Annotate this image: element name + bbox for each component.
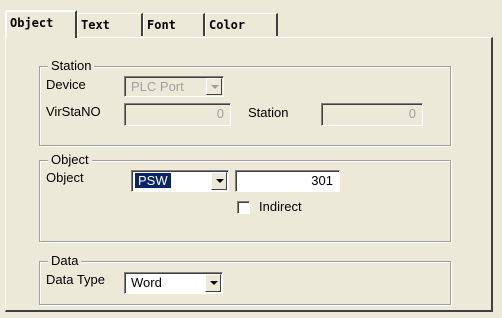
tab-object[interactable]: Object	[5, 10, 77, 38]
indirect-label: Indirect	[259, 199, 302, 214]
virstano-label: VirStaNO	[46, 104, 101, 119]
tab-color-label: Color	[209, 18, 246, 32]
data-type-label: Data Type	[46, 272, 106, 287]
device-label: Device	[46, 77, 86, 92]
object-legend: Object	[48, 152, 92, 167]
data-type-value: Word	[131, 275, 162, 290]
object-type-combobox[interactable]: PSW	[131, 170, 229, 192]
object-label: Object	[46, 170, 84, 185]
station-label: Station	[248, 105, 289, 120]
data-group: Data Data Type Word	[39, 253, 451, 305]
chevron-down-icon	[216, 179, 224, 183]
device-dropdown-button[interactable]	[206, 78, 222, 95]
tab-text-label: Text	[81, 18, 110, 32]
tab-font-label: Font	[147, 18, 176, 32]
indirect-checkbox[interactable]	[237, 201, 250, 214]
device-value: PLC Port	[131, 79, 184, 94]
object-group: Object Object PSW 301 Indirect	[39, 152, 451, 242]
tab-font[interactable]: Font	[143, 13, 205, 36]
object-type-value: PSW	[135, 173, 171, 188]
chevron-down-icon	[210, 281, 218, 285]
chevron-down-icon	[211, 85, 219, 89]
data-type-combobox[interactable]: Word	[124, 272, 223, 294]
station-field[interactable]: 0	[321, 103, 423, 126]
object-type-dropdown-button[interactable]	[211, 172, 227, 190]
station-group: Station Device PLC Port VirStaNO 0 Stati…	[39, 58, 451, 146]
data-legend: Data	[48, 253, 82, 268]
tab-object-label: Object	[10, 16, 54, 30]
address-input[interactable]: 301	[235, 170, 340, 192]
tab-text[interactable]: Text	[77, 13, 143, 36]
device-combobox[interactable]: PLC Port	[124, 76, 224, 97]
station-legend: Station	[48, 58, 95, 73]
virstano-field[interactable]: 0	[124, 103, 231, 126]
tab-page: Station Device PLC Port VirStaNO 0 Stati…	[5, 37, 493, 312]
tab-color[interactable]: Color	[205, 13, 278, 36]
data-type-dropdown-button[interactable]	[205, 274, 221, 292]
